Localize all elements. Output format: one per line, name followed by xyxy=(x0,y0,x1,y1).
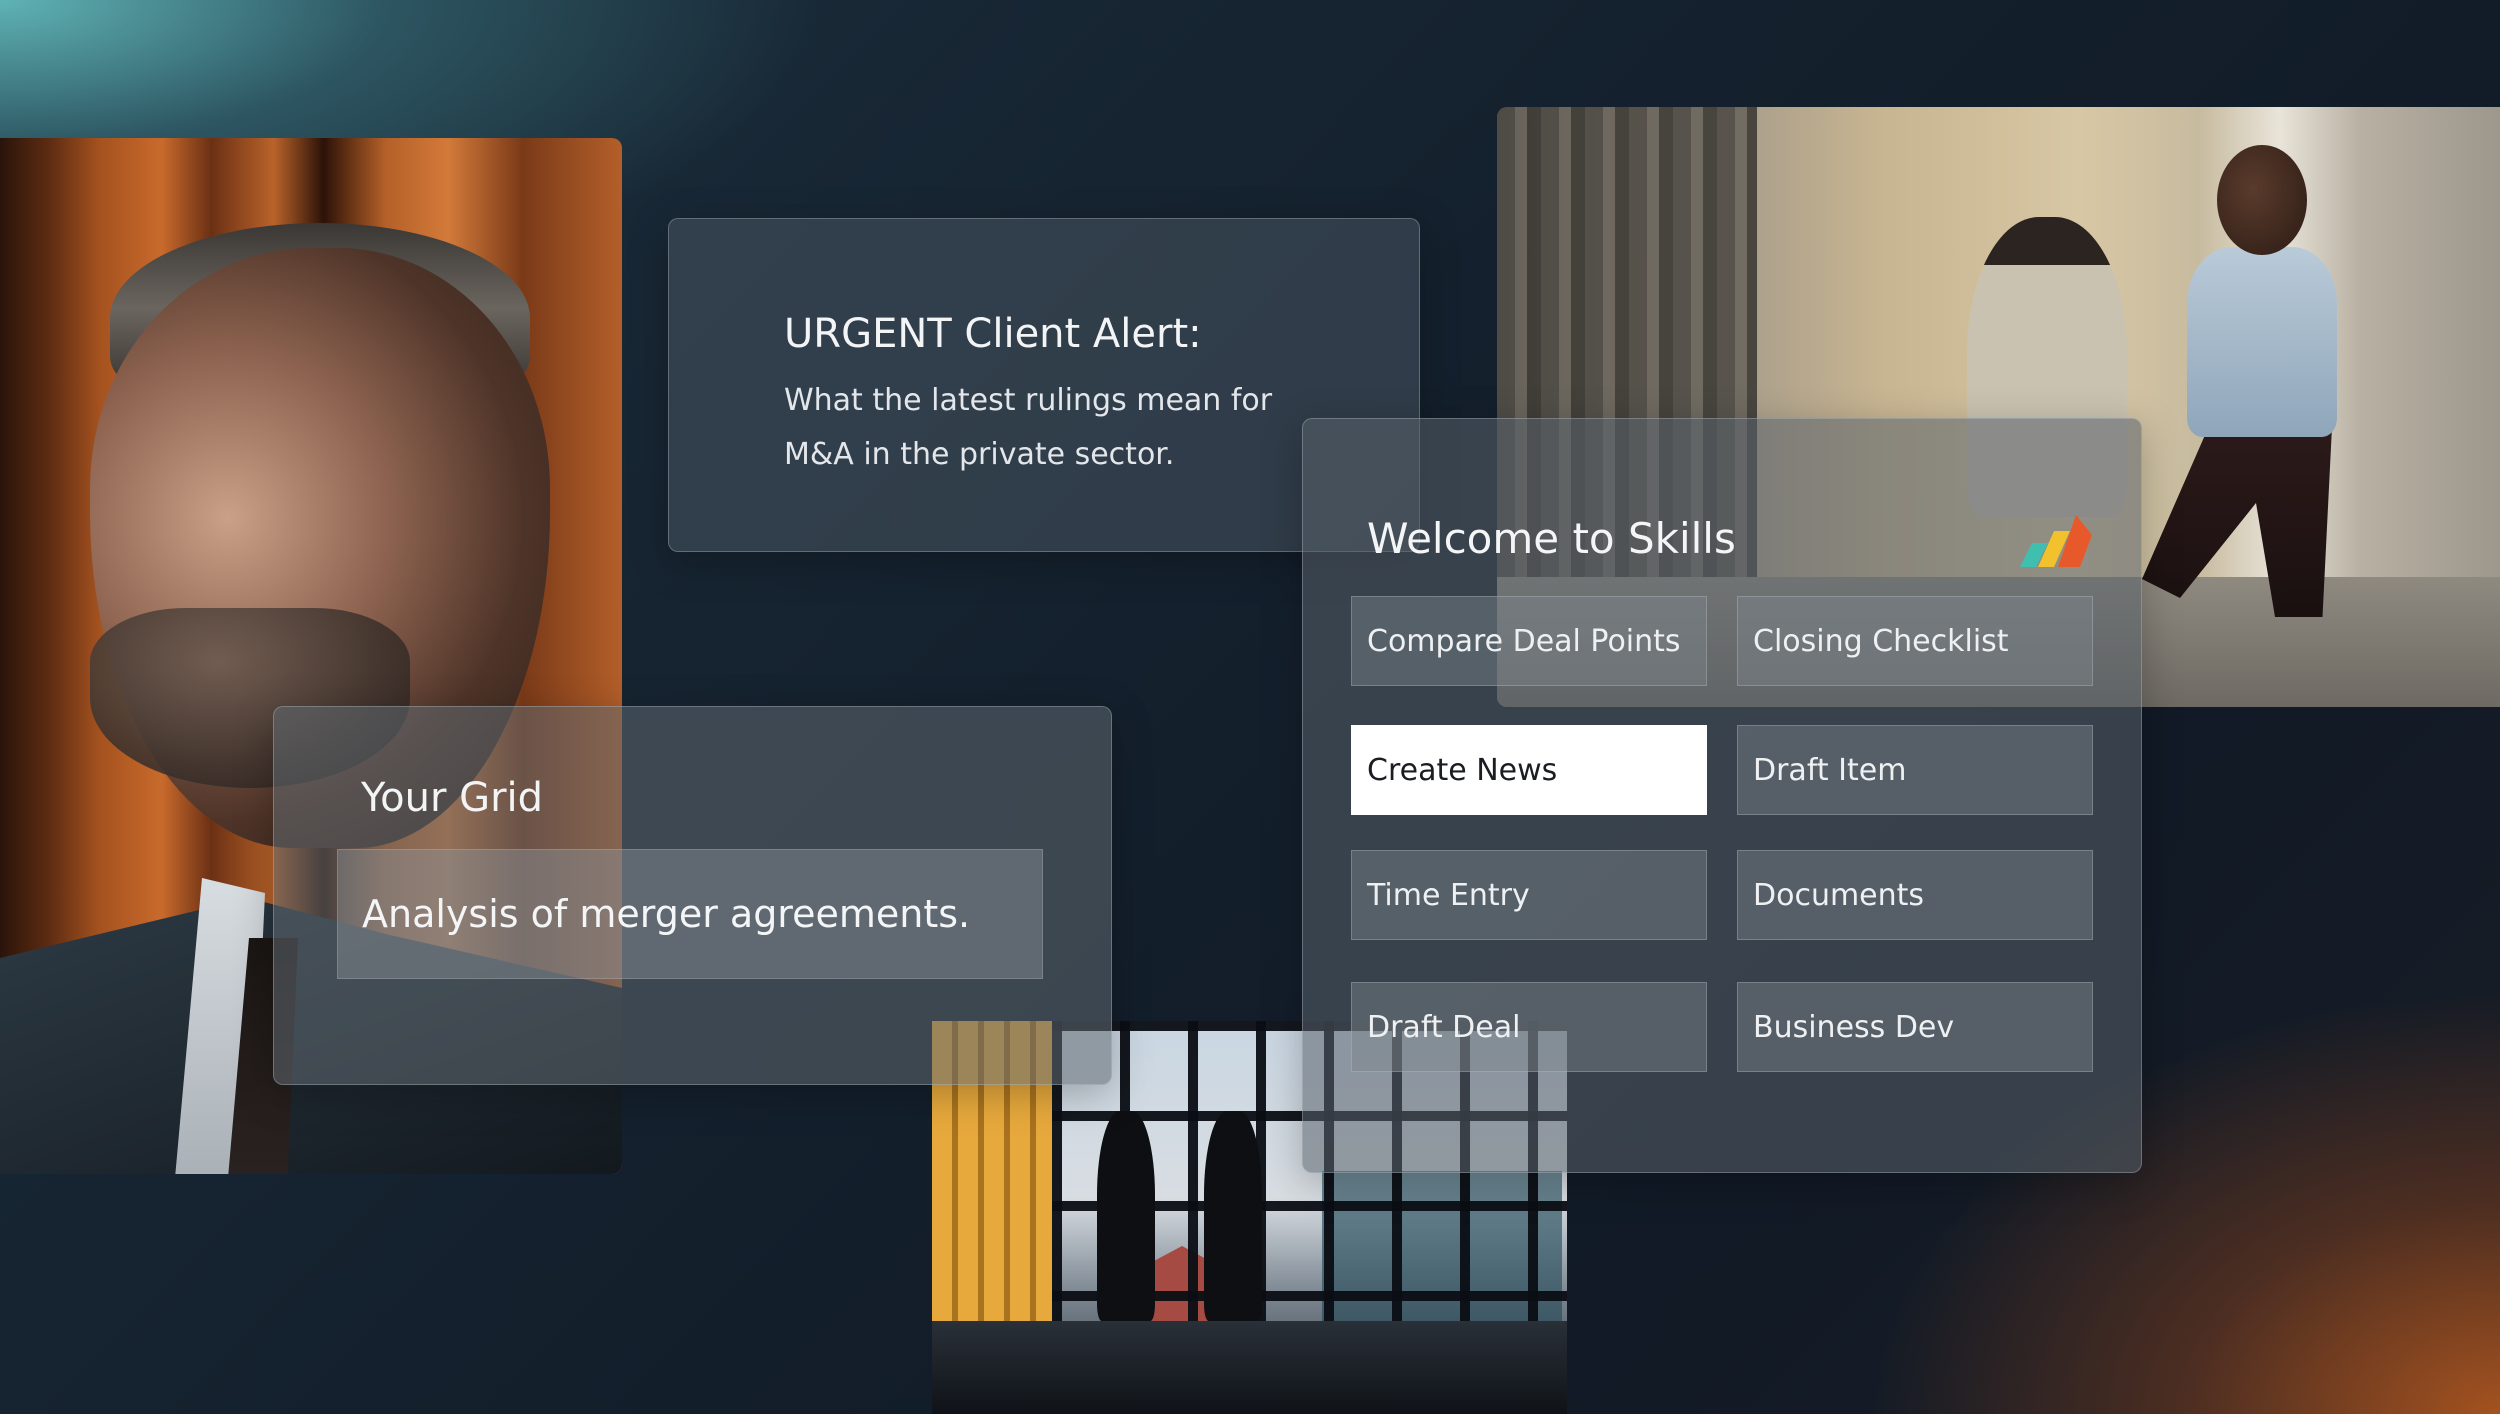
your-grid-card: Your Grid Analysis of merger agreements. xyxy=(273,706,1112,1085)
skill-business-dev-button[interactable]: Business Dev xyxy=(1737,982,2093,1072)
reflective-floor xyxy=(932,1321,1567,1414)
man-head xyxy=(2217,145,2307,255)
skill-compare-deal-points-button[interactable]: Compare Deal Points xyxy=(1351,596,1707,686)
skill-documents-button[interactable]: Documents xyxy=(1737,850,2093,940)
silhouette-right xyxy=(1204,1111,1262,1321)
skill-create-news-button[interactable]: Create News xyxy=(1351,725,1707,815)
skill-draft-deal-button[interactable]: Draft Deal xyxy=(1351,982,1707,1072)
skills-card: Welcome to Skills Compare Deal Points Cl… xyxy=(1302,418,2142,1173)
silhouette-left xyxy=(1097,1111,1155,1321)
skill-closing-checklist-button[interactable]: Closing Checklist xyxy=(1737,596,2093,686)
skill-time-entry-button[interactable]: Time Entry xyxy=(1351,850,1707,940)
alert-body: What the latest rulings mean for M&A in … xyxy=(784,383,1273,472)
alert-title: URGENT Client Alert: xyxy=(784,311,1202,357)
skills-title: Welcome to Skills xyxy=(1367,514,1736,563)
skill-draft-item-button[interactable]: Draft Item xyxy=(1737,725,2093,815)
grid-title: Your Grid xyxy=(361,775,544,821)
grid-prompt-field[interactable]: Analysis of merger agreements. xyxy=(337,849,1043,979)
man-body xyxy=(2187,247,2337,437)
skills-logo-icon xyxy=(2020,515,2092,567)
